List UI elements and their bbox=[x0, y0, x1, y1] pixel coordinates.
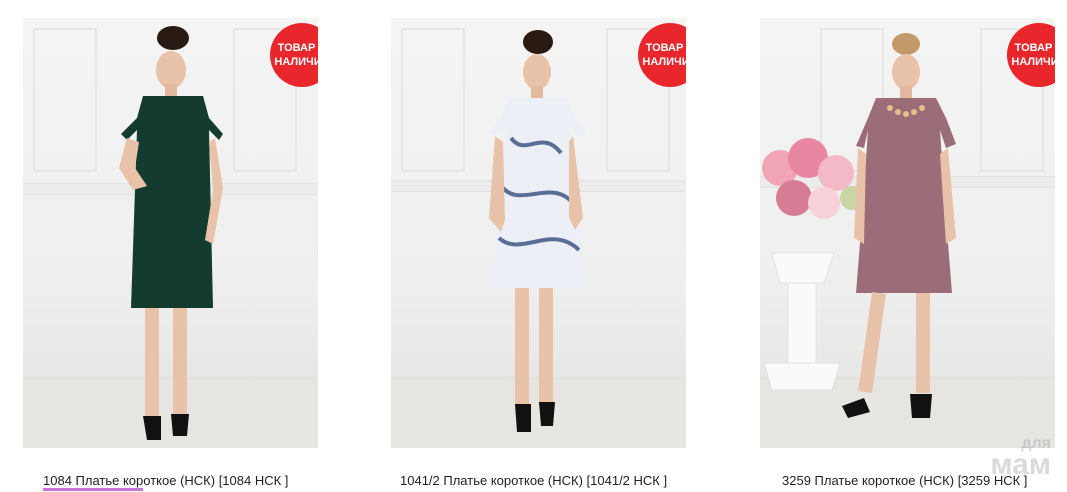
link-hover-underline bbox=[43, 488, 143, 491]
product-photo-1[interactable]: ТОВАР В НАЛИЧИИ bbox=[23, 18, 318, 448]
product-card-3[interactable]: ТОВАР В НАЛИЧИИ bbox=[760, 18, 1055, 448]
site-watermark-logo: для мам bbox=[990, 436, 1051, 480]
product-title-link-1[interactable]: 1084 Платье короткое (НСК) [1084 НСК ] bbox=[43, 473, 288, 488]
model-figure-3 bbox=[842, 33, 956, 418]
product-title-link-2[interactable]: 1041/2 Платье короткое (НСК) [1041/2 НСК… bbox=[400, 473, 667, 488]
product-photo-2[interactable]: ТОВАР В НАЛИЧИИ bbox=[391, 18, 686, 448]
product-card-2[interactable]: ТОВАР В НАЛИЧИИ bbox=[391, 18, 686, 448]
model-figure-2 bbox=[489, 30, 587, 432]
watermark-line-2: мам bbox=[990, 448, 1051, 481]
product-photo-3[interactable]: ТОВАР В НАЛИЧИИ bbox=[760, 18, 1055, 448]
model-figure-1 bbox=[119, 26, 223, 440]
product-card-1[interactable]: ТОВАР В НАЛИЧИИ bbox=[23, 18, 318, 448]
